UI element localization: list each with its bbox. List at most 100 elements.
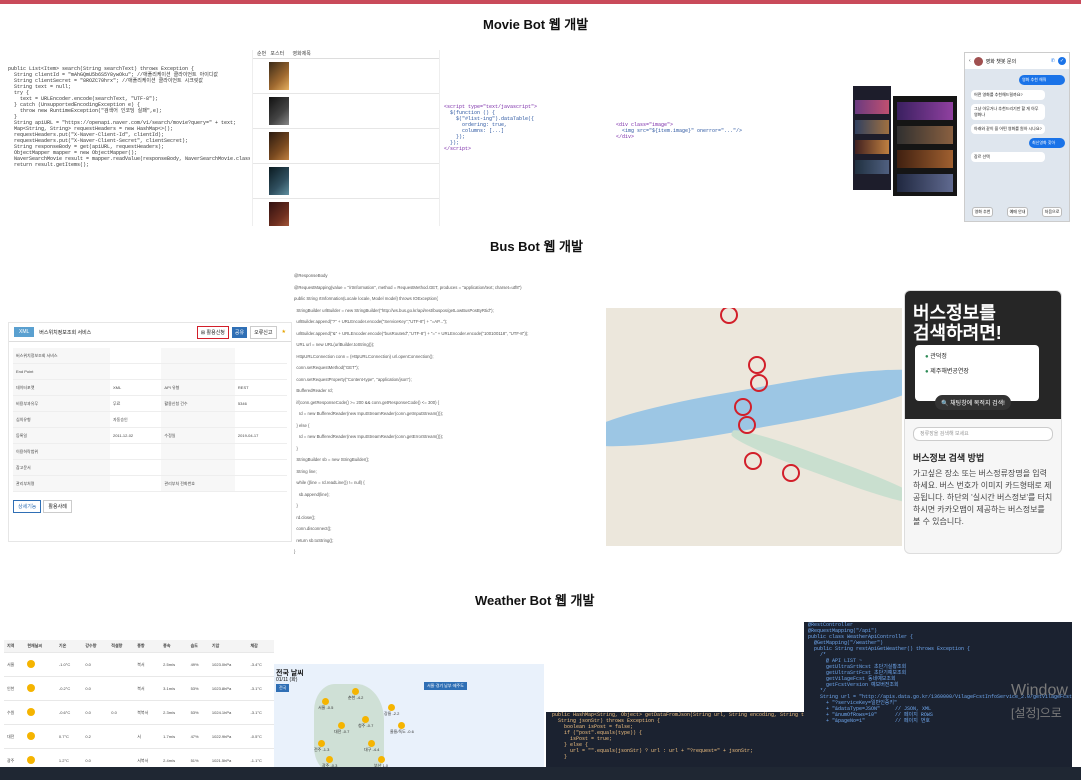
tab-detail[interactable]: 상세기능: [13, 500, 42, 513]
bus-stop-marker[interactable]: [720, 308, 738, 324]
info-key: 버스위치정보조회 서비스: [13, 348, 110, 364]
chat-bubble-bot: 아래와 같이 을 어떤 영화를 원하 시나요?: [971, 124, 1045, 134]
quick-reply-button[interactable]: 처음으로: [1041, 207, 1063, 217]
movie-row[interactable]: [253, 59, 439, 94]
code-line: String line;: [294, 468, 317, 474]
quick-reply-button[interactable]: 영화 추천: [971, 207, 994, 217]
city-weather[interactable]: 강릉 -2.2: [384, 704, 399, 717]
movie-thumb: [855, 100, 889, 114]
table-header-row: 지역 현재날씨 기온 강수량 적설량 풍향 풍속 습도 기압 체감: [4, 640, 274, 653]
info-key: [161, 443, 235, 460]
bus-card-banner: 버스정보를 검색하려면! ● 관덕정 ● 제주해변공연장 🔍 채팅창에 목적지 …: [905, 291, 1061, 419]
call-icon[interactable]: ✆: [1051, 58, 1055, 64]
movie-list-header: 순번 포스터 영화제목: [253, 50, 439, 59]
info-value: 2019-04-17: [234, 427, 287, 444]
city-weather[interactable]: 춘천 -4.2: [348, 688, 363, 701]
table-cell: 서: [134, 724, 161, 749]
weather-region-badge[interactable]: 전국: [276, 684, 290, 692]
table-row: 수원 -0.6°C 0.0 0.0 북북서 2.3m/s 53% 1024.1hPa -3.1°…: [4, 700, 274, 725]
apply-button[interactable]: ⊞ 활용신청: [196, 325, 229, 339]
bus-stop-marker[interactable]: [738, 416, 756, 434]
info-value: [234, 475, 287, 492]
movie-thumb: [897, 102, 953, 120]
weather-region-badge-2[interactable]: 서울·경기 남부·제주도: [424, 682, 467, 690]
movie-thumb: [855, 160, 889, 174]
movie-chat-window: ‹ 영화 챗봇 문의 ✆ ✓ 영화 추천 해줘 어떤 영화를 추천해드릴까요? …: [964, 52, 1070, 222]
info-value: [234, 459, 287, 476]
code-line: rd = new BufferedReader(new InputStreamR…: [294, 411, 444, 416]
taskbar[interactable]: [0, 767, 1081, 780]
table-header: 풍속: [160, 640, 188, 653]
table-cell: 0.0: [82, 748, 109, 768]
bus-map: [606, 308, 902, 546]
sun-icon: [27, 684, 36, 692]
chat-bubble-user: 영화 추천 해줘: [1019, 75, 1065, 85]
sun-icon: [362, 716, 370, 723]
code-line: rd = new BufferedReader(new InputStreamR…: [294, 434, 444, 439]
bus-info-card: 버스정보를 검색하려면! ● 관덕정 ● 제주해변공연장 🔍 채팅창에 목적지 …: [904, 290, 1062, 554]
share-button[interactable]: 공유: [231, 326, 248, 338]
table-cell: -3.4°C: [247, 652, 274, 677]
movie-thumb: [897, 150, 953, 168]
info-row: 등록일 2011-12-02 수정일 2019-04-17: [13, 427, 287, 444]
movie-row[interactable]: [253, 94, 439, 129]
table-header: 체감: [247, 640, 274, 653]
table-cell: 수원: [4, 700, 25, 725]
quick-reply-button[interactable]: 예매 안내: [1006, 207, 1029, 217]
bus-stop-marker[interactable]: [734, 398, 752, 416]
code-line: } else {: [294, 422, 310, 428]
city-weather[interactable]: 전주 -1.3: [314, 740, 329, 753]
bus-heading: Bus Bot 웹 개발: [490, 239, 583, 254]
city-weather[interactable]: 서울 -0.5: [318, 698, 333, 711]
info-value: [234, 443, 287, 460]
table-cell: 2.4m/s: [160, 748, 188, 768]
star-icon[interactable]: ★: [282, 329, 286, 335]
movie-row[interactable]: [253, 129, 439, 164]
table-header: 기온: [55, 640, 83, 653]
sun-icon: [388, 704, 396, 711]
table-cell: -3.1°C: [247, 676, 274, 701]
info-row: 이용허락범위: [13, 443, 287, 460]
city-label: 청주 -0.7: [358, 723, 374, 728]
chat-bubble-bot: 장르 선택: [971, 152, 1045, 162]
back-arrow-icon[interactable]: ‹: [969, 58, 971, 64]
movie-thumb: [897, 126, 953, 144]
movie-heading: Movie Bot 웹 개발: [483, 17, 589, 32]
info-key: 관리부처 전화번호: [161, 475, 235, 492]
bus-stop-marker[interactable]: [744, 452, 762, 470]
weather-table: 지역 현재날씨 기온 강수량 적설량 풍향 풍속 습도 기압 체감 서울 -1.0°C 0.0 북서 2.5…: [4, 640, 274, 768]
bus-site-title: 버스위치정보조회 서비스: [39, 329, 92, 336]
bus-search-input[interactable]: 정류장을 검색해 보세요: [913, 427, 1053, 441]
info-key: API 유형: [161, 379, 235, 396]
search-destination-button[interactable]: 🔍 채팅창에 목적지 검색!: [935, 395, 1011, 410]
code-line: urlBuilder.append("?" + URLEncoder.encod…: [294, 319, 448, 324]
city-weather[interactable]: 울릉/독도 -0.6: [390, 722, 414, 735]
info-row: 비용부과유무 무료 활용신청 건수 5346: [13, 395, 287, 412]
sun-icon: [368, 740, 376, 747]
code-line: if(conn.getResponseCode() >= 200 && conn…: [294, 399, 440, 405]
table-header: 강수량: [82, 640, 109, 653]
table-header: 지역: [4, 640, 25, 653]
tab-cases[interactable]: 활용사례: [43, 500, 72, 513]
table-cell: 53%: [187, 676, 209, 701]
table-cell: 2.5m/s: [160, 652, 188, 677]
city-weather[interactable]: 청주 -0.7: [358, 716, 373, 729]
bus-stop-marker[interactable]: [750, 374, 768, 392]
bus-stop-marker[interactable]: [748, 356, 766, 374]
bus-api-page: XML 버스위치정보조회 서비스 ⊞ 활용신청 공유 오류신고 ★ 버스위치정보…: [8, 322, 292, 542]
movie-row[interactable]: [253, 164, 439, 199]
movie-row[interactable]: [253, 199, 439, 226]
chat-check-icon[interactable]: ✓: [1058, 57, 1066, 65]
bus-stop-marker[interactable]: [782, 464, 800, 482]
city-weather[interactable]: 대전 -0.7: [334, 722, 349, 735]
error-report-button[interactable]: 오류신고: [250, 325, 277, 339]
table-row: 인천 -0.2°C 0.0 북서 3.1m/s 53% 1023.8hPa -3.1°C: [4, 676, 274, 701]
movie-code-block: public List<Item> search(String searchTe…: [8, 66, 250, 216]
table-cell: 북북서: [134, 700, 161, 725]
city-weather[interactable]: 대구 -4.4: [364, 740, 379, 753]
table-row: 대전 0.7°C 0.2 서 1.7m/s 47% 1022.9hPa -0.5°C: [4, 724, 274, 749]
apply-button-label: 활용신청: [206, 329, 225, 336]
code-line: urlBuilder.append("&" + URLEncoder.encod…: [294, 330, 529, 336]
info-value: [234, 411, 287, 428]
code-line: @ResponseBody: [294, 273, 328, 278]
